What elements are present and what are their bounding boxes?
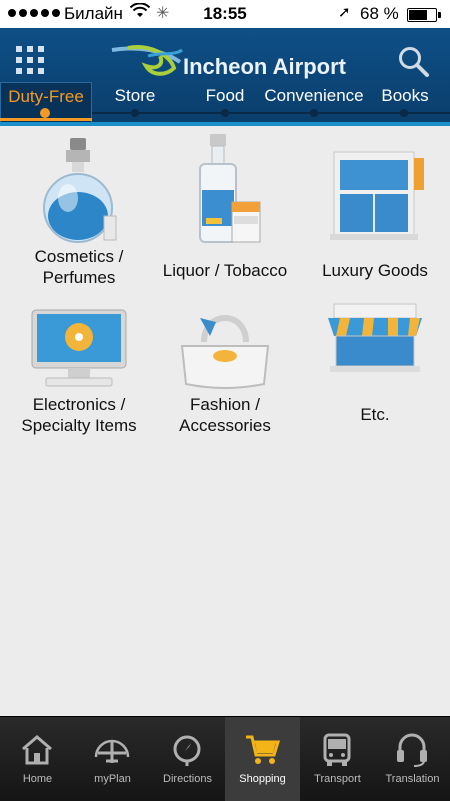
header-title: Incheon Airport bbox=[183, 54, 346, 79]
active-tab-underline bbox=[0, 118, 92, 121]
nav-home[interactable]: Home bbox=[0, 717, 75, 801]
headset-icon bbox=[397, 733, 427, 767]
category-label-line: Cosmetics / bbox=[34, 247, 124, 266]
nav-label: Home bbox=[22, 773, 53, 785]
category-label: Fashion / Accessories bbox=[150, 394, 300, 436]
category-fashion[interactable]: Fashion / Accessories bbox=[150, 302, 300, 462]
nav-shopping[interactable]: Shopping bbox=[225, 717, 300, 801]
category-label-line: Electronics / bbox=[32, 395, 126, 414]
tab-indicator-dot bbox=[400, 109, 408, 117]
nav-label: Transport bbox=[314, 773, 361, 785]
nav-label: Shopping bbox=[239, 773, 286, 785]
category-luxury-goods[interactable]: Luxury Goods bbox=[300, 134, 450, 294]
tab-label: Books bbox=[381, 86, 429, 105]
shop-awning-icon bbox=[328, 303, 422, 372]
search-icon[interactable] bbox=[396, 44, 432, 80]
nav-label: Directions bbox=[163, 773, 212, 785]
grid-menu-icon[interactable] bbox=[16, 46, 44, 74]
nav-myplan[interactable]: myPlan bbox=[75, 717, 150, 801]
category-label: Electronics / Specialty Items bbox=[4, 394, 154, 436]
tab-indicator-dot bbox=[131, 109, 139, 117]
category-liquor-tobacco[interactable]: Liquor / Tobacco bbox=[150, 134, 300, 294]
category-tabs: Duty-Free Store Food Convenience Books bbox=[0, 82, 450, 123]
liquor-bottle-icon bbox=[199, 134, 261, 243]
category-label: Etc. bbox=[300, 404, 450, 425]
shopping-cart-icon bbox=[246, 735, 280, 764]
tab-label: Convenience bbox=[264, 86, 364, 105]
battery-percent: 68 % bbox=[360, 4, 399, 23]
category-label-line: Fashion / bbox=[190, 395, 260, 414]
nav-translation[interactable]: Translation bbox=[375, 717, 450, 801]
category-label-line: Specialty Items bbox=[21, 416, 137, 435]
perfume-bottle-icon bbox=[43, 138, 117, 243]
battery-icon bbox=[407, 8, 441, 22]
location-arrow-icon: ➚ bbox=[338, 4, 351, 21]
category-label-line: Accessories bbox=[179, 416, 271, 435]
tab-indicator-dot bbox=[40, 108, 50, 118]
home-icon bbox=[22, 735, 52, 765]
tab-label: Duty-Free bbox=[8, 87, 84, 106]
category-label: Liquor / Tobacco bbox=[150, 260, 300, 281]
tab-indicator-dot bbox=[221, 109, 229, 117]
category-label-line: Etc. bbox=[360, 405, 390, 424]
nav-transport[interactable]: Transport bbox=[300, 717, 375, 801]
category-grid: Cosmetics / Perfumes Liquor / Tobacco Lu… bbox=[0, 126, 450, 716]
tab-label: Store bbox=[114, 86, 156, 105]
category-label-line: Perfumes bbox=[42, 268, 116, 287]
nav-label: Translation bbox=[385, 773, 440, 785]
category-electronics[interactable]: Electronics / Specialty Items bbox=[4, 302, 154, 462]
category-label: Cosmetics / Perfumes bbox=[4, 246, 154, 288]
status-bar: Билайн ✳ 18:55 ➚ 68 % bbox=[0, 0, 450, 28]
tab-label: Food bbox=[205, 86, 245, 105]
bus-icon bbox=[323, 733, 351, 766]
category-label: Luxury Goods bbox=[300, 260, 450, 281]
luxury-store-icon bbox=[330, 151, 424, 240]
category-label-line: Liquor / Tobacco bbox=[162, 261, 288, 280]
nav-label: myPlan bbox=[94, 773, 131, 785]
category-cosmetics[interactable]: Cosmetics / Perfumes bbox=[4, 134, 154, 294]
app-header: Incheon Airport Duty-Free Store Food Con… bbox=[0, 28, 450, 123]
compass-icon bbox=[173, 735, 201, 766]
bottom-tab-bar: Home myPlan Directions Shopping Transpor… bbox=[0, 716, 450, 801]
category-label-line: Luxury Goods bbox=[322, 261, 428, 280]
airplane-icon bbox=[94, 739, 130, 763]
category-etc[interactable]: Etc. bbox=[300, 302, 450, 462]
tab-indicator-dot bbox=[310, 109, 318, 117]
nav-directions[interactable]: Directions bbox=[150, 717, 225, 801]
